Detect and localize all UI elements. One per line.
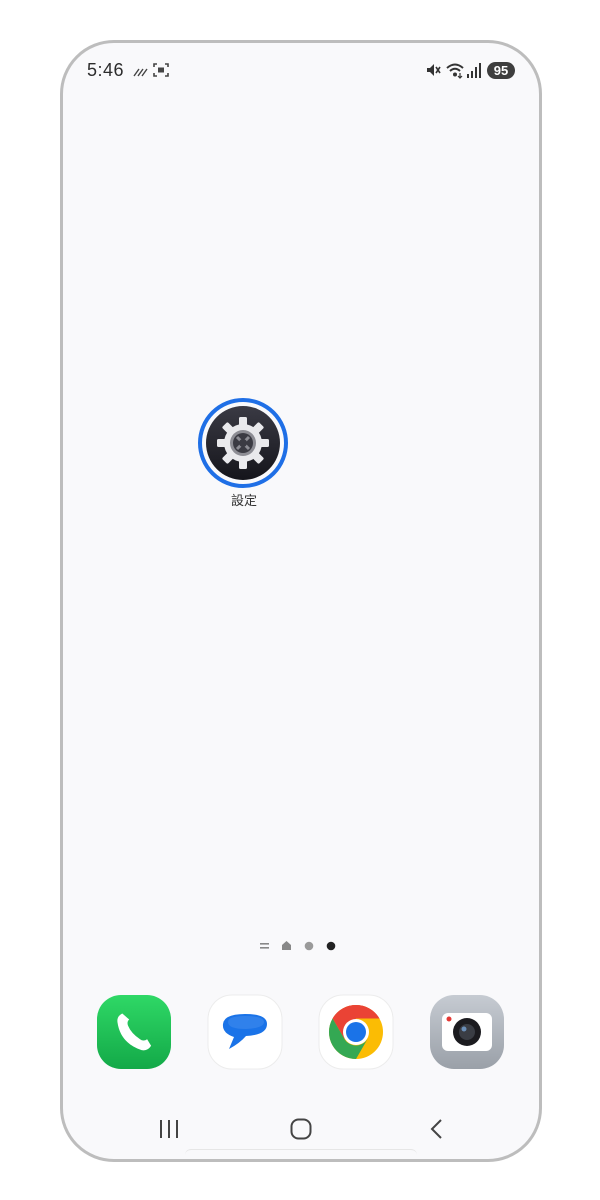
app-label-settings: 設定 [230,493,257,508]
app-settings[interactable]: 設定 [196,396,296,516]
battery-indicator: 95 [487,62,515,79]
page-dot [304,941,314,951]
dock-app-camera[interactable] [428,993,506,1071]
wifi-icon [446,63,464,79]
phone-screen: 5:46 95 設定 [60,40,542,1162]
dock-app-phone[interactable] [95,993,173,1071]
dock-app-chrome[interactable] [317,993,395,1071]
signal-lines-icon [133,68,148,77]
dock-app-messages[interactable] [206,993,284,1071]
status-bar: 5:46 95 [63,43,539,99]
settings-gear-icon [206,406,280,480]
home-button-icon[interactable] [289,1117,313,1141]
menu-lines-icon [260,943,269,949]
page-indicator[interactable] [258,939,348,953]
phone-icon [97,995,171,1069]
mute-icon [427,64,441,76]
status-time: 5:46 [87,60,125,80]
gesture-hint [185,1149,417,1159]
recent-apps-icon[interactable] [157,1117,181,1141]
chrome-icon [318,994,394,1070]
page-dot-active [326,941,336,951]
camera-icon [430,995,504,1069]
back-icon[interactable] [425,1117,449,1141]
messages-icon [207,994,283,1070]
cell-signal-icon [467,63,481,78]
home-icon [282,941,291,950]
screen-record-icon [153,63,169,77]
